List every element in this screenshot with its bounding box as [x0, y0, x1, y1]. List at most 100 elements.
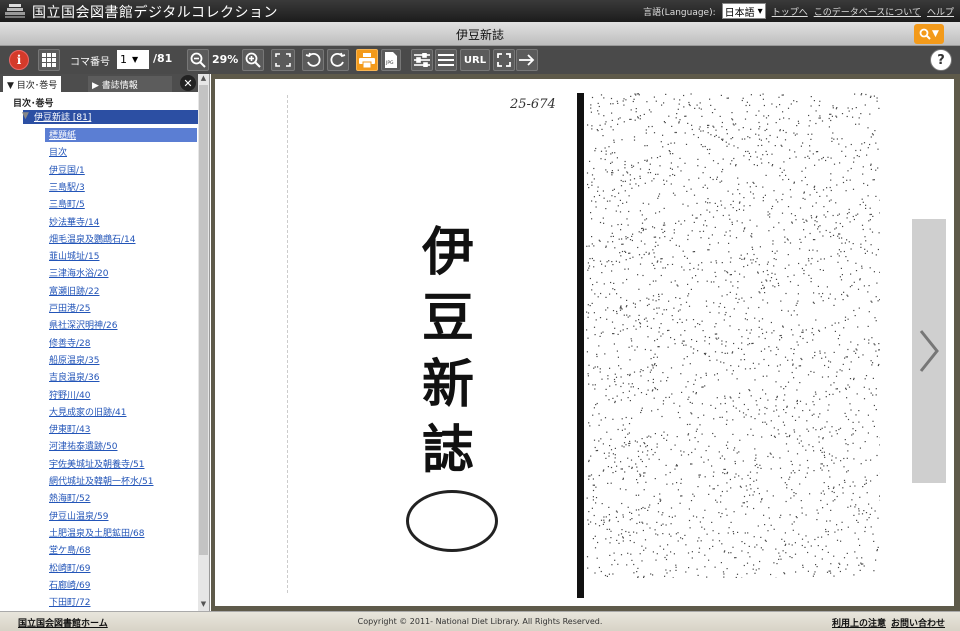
- sliders-icon: [414, 53, 430, 67]
- arrow-right-icon: [519, 54, 535, 66]
- toc-item[interactable]: 富瀬旧跡/22: [45, 284, 197, 298]
- zoom-in-icon: [245, 52, 261, 68]
- toc-item[interactable]: 目次: [45, 145, 197, 159]
- zoom-out-button[interactable]: [187, 49, 209, 71]
- library-stamp: [406, 490, 498, 552]
- toc-item[interactable]: 松崎町/69: [45, 561, 197, 575]
- toc-heading: 目次･巻号: [13, 99, 54, 109]
- about-database-link[interactable]: このデータベースについて: [814, 5, 921, 18]
- scroll-down-icon[interactable]: ▼: [198, 600, 209, 611]
- site-title[interactable]: 国立国会図書館デジタルコレクション: [32, 2, 278, 22]
- viewer-toolbar: i コマ番号 1 ▼ /81 29% JPG URL ?: [0, 46, 960, 74]
- page-texture: [586, 93, 882, 579]
- image-viewer: 25-674 伊豆新誌: [211, 74, 960, 611]
- search-icon: [919, 28, 931, 40]
- toc-item[interactable]: 三島町/5: [45, 197, 197, 211]
- rotate-left-icon: [305, 52, 321, 67]
- language-select[interactable]: 日本語 ▾: [721, 3, 766, 19]
- chevron-down-icon: ▼: [132, 55, 139, 64]
- top-bar: 国立国会図書館デジタルコレクション 言語(Language): 日本語 ▾ トッ…: [0, 0, 960, 22]
- toc-root-item[interactable]: ▼ 伊豆新誌 [81]: [22, 110, 198, 124]
- print-button[interactable]: [356, 49, 378, 71]
- help-button[interactable]: ?: [930, 49, 952, 71]
- toc-item[interactable]: 県社深沢明神/26: [45, 318, 197, 332]
- chevron-down-icon: ▾: [757, 5, 763, 17]
- toc-item[interactable]: 網代城址及韓朝一杯水/51: [45, 474, 197, 488]
- chevron-right-icon: [919, 330, 939, 372]
- book-spine: [577, 93, 584, 598]
- search-button[interactable]: ▼: [914, 24, 944, 44]
- toc-item[interactable]: 妙法華寺/14: [45, 215, 197, 229]
- toc-item[interactable]: 畑毛温泉及鸚鵡石/14: [45, 232, 197, 246]
- grid-icon: [42, 53, 56, 67]
- triangle-down-icon: ▼: [7, 81, 14, 91]
- triangle-right-icon: ▶: [92, 81, 99, 91]
- toc-item[interactable]: 下田町/72: [45, 595, 197, 609]
- toc-item[interactable]: 修善寺/28: [45, 336, 197, 350]
- scroll-thumb[interactable]: [199, 85, 208, 555]
- sidebar-tabs: ▼ 目次･巻号 ▶ 書誌情報 ✕: [0, 74, 198, 92]
- title-bar: 伊豆新誌 ▼: [0, 22, 960, 46]
- toc-item[interactable]: 土肥温泉及土肥鉱田/68: [45, 526, 197, 540]
- toc-item[interactable]: 石廊崎/69: [45, 578, 197, 592]
- fullscreen-icon: [497, 53, 511, 67]
- tab-bibliographic-info[interactable]: ▶ 書誌情報: [88, 76, 172, 92]
- top-link[interactable]: トップへ: [772, 5, 808, 18]
- page-number-label: コマ番号: [70, 57, 110, 68]
- cover-title: 伊豆新誌: [421, 222, 474, 481]
- image-adjust-button[interactable]: [411, 49, 433, 71]
- page-total: /81: [153, 52, 173, 65]
- library-logo-icon[interactable]: [4, 3, 26, 19]
- jpeg-file-icon: JPG: [385, 52, 397, 68]
- footer: 国立国会図書館ホーム Copyright © 2011- National Di…: [0, 611, 960, 631]
- copyright-text: Copyright © 2011- National Diet Library.…: [357, 617, 603, 626]
- toc-item[interactable]: 標題紙: [45, 128, 197, 142]
- language-area: 言語(Language): 日本語 ▾ トップへ このデータベースについて ヘル…: [643, 3, 954, 19]
- toc-item[interactable]: 河津祐泰遺跡/50: [45, 439, 197, 453]
- rotate-left-button[interactable]: [302, 49, 324, 71]
- toc-item[interactable]: 宇佐美城址及朝養寺/51: [45, 457, 197, 471]
- terms-link[interactable]: 利用上の注意: [832, 616, 886, 629]
- zoom-out-icon: [190, 52, 206, 68]
- close-icon: ✕: [183, 76, 193, 90]
- next-page-button[interactable]: [912, 219, 946, 483]
- menu-button[interactable]: [435, 49, 457, 71]
- toc-item[interactable]: 三島駅/3: [45, 180, 197, 194]
- rotate-right-icon: [330, 52, 346, 67]
- jpeg-download-button[interactable]: JPG: [381, 49, 401, 71]
- toc-item[interactable]: 伊豆国/1: [45, 163, 197, 177]
- rotate-right-button[interactable]: [327, 49, 349, 71]
- thumbnail-grid-button[interactable]: [38, 49, 60, 71]
- chevron-down-icon: ▼: [932, 29, 939, 39]
- fullscreen-button[interactable]: [493, 49, 515, 71]
- book-title: 伊豆新誌: [455, 28, 504, 42]
- scroll-up-icon[interactable]: ▲: [198, 74, 209, 85]
- tab-toc[interactable]: ▼ 目次･巻号: [3, 76, 62, 92]
- cover-page: 25-674 伊豆新誌: [287, 95, 580, 593]
- toc-item[interactable]: 三津海水浴/20: [45, 266, 197, 280]
- page-number-select[interactable]: 1 ▼: [117, 50, 149, 69]
- contact-link[interactable]: お問い合わせ: [891, 616, 945, 629]
- page-spread[interactable]: 25-674 伊豆新誌: [215, 79, 954, 606]
- help-link[interactable]: ヘルプ: [927, 5, 954, 18]
- zoom-in-button[interactable]: [242, 49, 264, 71]
- toc-item[interactable]: 吉良温泉/36: [45, 370, 197, 384]
- toc-item[interactable]: 船原温泉/35: [45, 353, 197, 367]
- toc-item[interactable]: 大見成家の旧跡/41: [45, 405, 197, 419]
- toc-item[interactable]: 伊東町/43: [45, 422, 197, 436]
- toc-item[interactable]: 熱海町/52: [45, 491, 197, 505]
- toc-item[interactable]: 堂ケ島/68: [45, 543, 197, 557]
- close-sidebar-button[interactable]: ✕: [180, 75, 196, 91]
- sidebar-scrollbar[interactable]: ▲ ▼: [198, 74, 209, 611]
- fit-page-button[interactable]: [271, 49, 295, 71]
- toc-item[interactable]: 韮山城址/15: [45, 249, 197, 263]
- hamburger-menu-icon: [438, 54, 454, 66]
- info-button[interactable]: i: [9, 50, 29, 70]
- info-icon: i: [16, 53, 22, 67]
- toc-item[interactable]: 戸田港/25: [45, 301, 197, 315]
- page-direction-button[interactable]: [516, 49, 538, 71]
- toc-item[interactable]: 伊豆山温泉/59: [45, 509, 197, 523]
- toc-item[interactable]: 狩野川/40: [45, 388, 197, 402]
- url-button[interactable]: URL: [460, 49, 490, 71]
- fit-screen-icon: [275, 53, 291, 67]
